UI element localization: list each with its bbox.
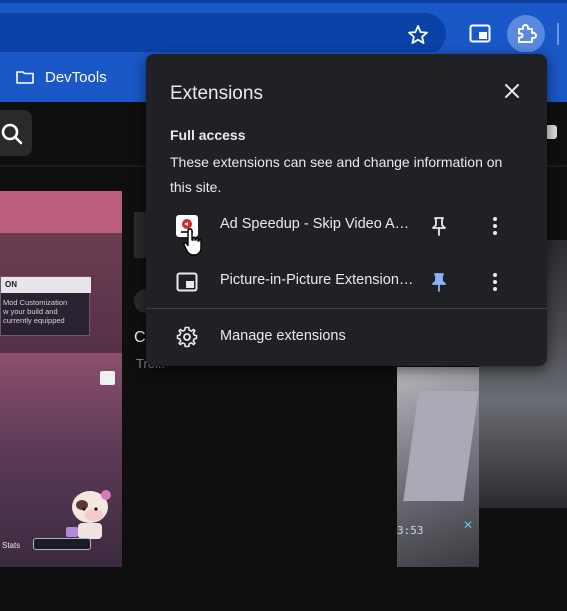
card-line: Mod Customization	[3, 298, 68, 307]
close-icon[interactable]	[503, 82, 521, 100]
picture-in-picture-icon[interactable]	[469, 24, 491, 44]
camera-icon	[100, 371, 115, 385]
extensions-button[interactable]	[507, 15, 545, 53]
card-line: currently equipped	[3, 316, 65, 325]
address-bar[interactable]	[0, 13, 446, 55]
page-search-button[interactable]	[0, 110, 32, 156]
browser-toolbar	[0, 0, 567, 55]
video-title-fragment[interactable]: C	[134, 329, 146, 347]
stats-label: Stats	[2, 541, 21, 550]
hand-cursor-icon	[183, 228, 202, 256]
mascot-image	[66, 490, 111, 539]
pin-icon-pinned[interactable]	[430, 272, 448, 292]
extension-name: Picture-in-Picture Extension (by Google)	[220, 272, 416, 288]
popup-title: Extensions	[170, 83, 263, 104]
thumbnail-card: ON Mod Customization w your build and cu…	[0, 276, 91, 336]
bookmark-label: DevTools	[45, 68, 107, 86]
folder-icon	[16, 71, 34, 84]
extension-name: Ad Speedup - Skip Video Ads Faster	[220, 216, 416, 232]
section-description: These extensions can see and change info…	[170, 154, 503, 195]
browser-window: DevTools ON Mod Customization w your bui…	[0, 0, 567, 611]
video-thumbnail-right[interactable]: 3:53 ✕	[397, 367, 479, 567]
card-line: w your build and	[3, 307, 58, 316]
picture-in-picture-icon	[176, 272, 198, 292]
thumbnail-mark: ✕	[463, 518, 474, 532]
manage-extensions-label: Manage extensions	[220, 328, 346, 344]
manage-extensions-button[interactable]: Manage extensions	[146, 316, 547, 358]
video-duration: 3:53	[397, 524, 424, 537]
search-icon	[1, 123, 23, 145]
more-options-icon[interactable]	[490, 272, 500, 292]
pin-icon[interactable]	[430, 216, 448, 236]
star-icon[interactable]	[406, 23, 430, 47]
more-options-icon[interactable]	[490, 216, 500, 236]
thumbnail-shape	[403, 391, 479, 501]
video-thumbnail-left[interactable]: ON Mod Customization w your build and cu…	[0, 191, 122, 567]
extensions-popup: Extensions Full access These extensions …	[146, 54, 547, 366]
popup-divider	[146, 308, 547, 309]
thumbnail-banner	[0, 191, 122, 233]
gear-icon	[176, 326, 198, 348]
toolbar-divider	[557, 23, 559, 45]
section-title: Full access	[170, 127, 246, 143]
extension-row-picture-in-picture[interactable]: Picture-in-Picture Extension (by Google)	[146, 258, 547, 304]
card-heading: ON	[1, 277, 91, 293]
bookmark-devtools[interactable]: DevTools	[16, 66, 107, 88]
thumbnail-chip	[33, 538, 91, 550]
puzzle-piece-icon	[518, 24, 537, 43]
